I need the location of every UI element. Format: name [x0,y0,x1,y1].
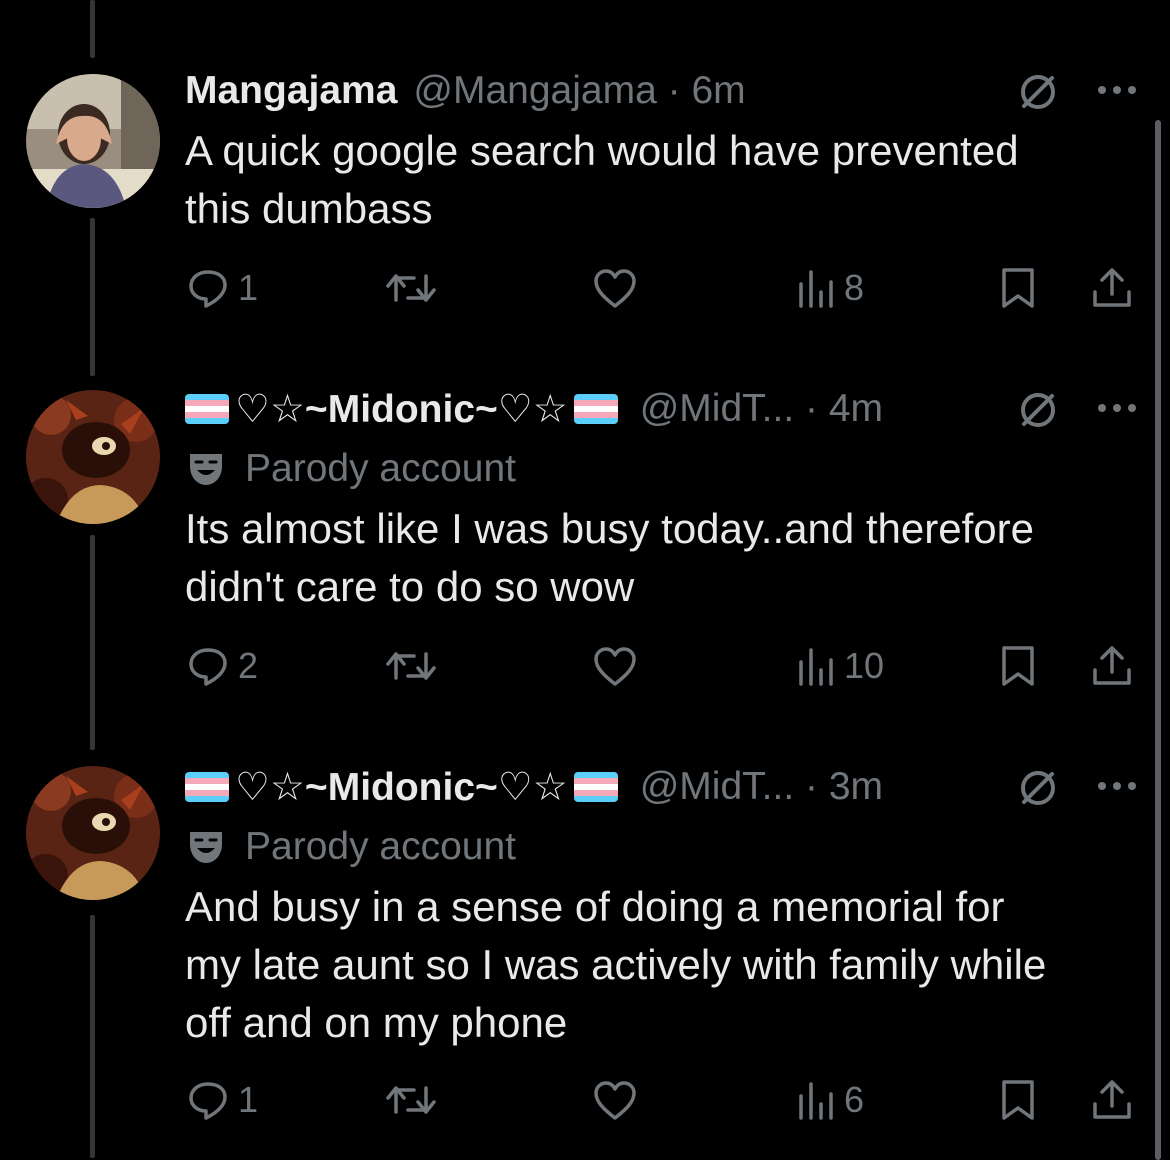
tweet-text-line: this dumbass [185,185,433,232]
heart-icon [594,1081,636,1120]
tweet-text: Its almost like I was busy today..and th… [185,500,1145,616]
view-count: 8 [844,267,865,308]
grok-icon[interactable] [1016,70,1060,114]
reply-count: 1 [238,1079,259,1120]
repost-button[interactable] [384,260,446,316]
views-button[interactable]: 10 [796,638,884,694]
bookmark-button[interactable] [998,260,1038,316]
view-count: 6 [844,1079,865,1120]
bookmark-icon [1002,268,1034,308]
separator: · [794,765,829,808]
timestamp[interactable]: 6m [691,69,745,112]
reply-button[interactable]: 1 [186,260,258,316]
share-icon [1093,646,1131,685]
grok-icon[interactable] [1016,388,1060,432]
display-name[interactable]: Mangajama [185,69,397,113]
avatar[interactable] [26,74,160,208]
bookmark-button[interactable] [998,1072,1038,1128]
handle-text[interactable]: @Mangajama [413,69,656,112]
reply-button[interactable]: 1 [186,1072,258,1128]
reply-button[interactable]: 2 [186,638,258,694]
action-bar: 1 6 [0,1072,1170,1128]
avatar[interactable] [26,766,160,900]
like-button[interactable] [592,638,646,694]
more-icon[interactable] [1094,82,1140,98]
action-bar: 2 10 [0,638,1170,694]
tweet-text-line: didn't care to do so wow [185,563,635,610]
like-button[interactable] [592,1072,646,1128]
reply-count: 1 [238,267,259,308]
repost-button[interactable] [384,638,446,694]
handle-text[interactable]: @MidT... [640,765,794,808]
tweet-text-line: off and on my phone [185,999,568,1046]
parody-label: Parody account [187,446,516,492]
repost-icon [386,1086,436,1114]
tweet-text-line: my late aunt so I was actively with fami… [185,941,1047,988]
parody-mask-icon [190,832,222,863]
views-button[interactable]: 8 [796,260,864,316]
tweet-text: And busy in a sense of doing a memorial … [185,878,1145,1052]
tweet-text: A quick google search would have prevent… [185,122,1145,238]
tweet-text-line: And busy in a sense of doing a memorial … [185,883,1005,930]
repost-icon [386,274,436,302]
separator: · [656,69,692,112]
thread-line-top [90,0,95,58]
parody-text: Parody account [245,447,517,490]
views-button[interactable]: 6 [796,1072,864,1128]
tweet-header: ♡☆~Midonic~♡☆ @MidT... · 4m [185,386,883,432]
separator: · [794,387,829,430]
tweet-header: ♡☆~Midonic~♡☆ @MidT... · 3m [185,764,883,810]
parody-mask-icon [190,454,222,485]
share-button[interactable] [1090,260,1134,316]
like-button[interactable] [592,260,646,316]
share-button[interactable] [1090,1072,1134,1128]
bookmark-icon [1002,646,1034,686]
timestamp[interactable]: 4m [829,387,883,430]
share-button[interactable] [1090,638,1134,694]
timestamp[interactable]: 3m [829,765,883,808]
views-icon [799,1082,833,1120]
heart-icon [594,647,636,686]
parody-label: Parody account [187,824,516,870]
action-bar: 1 8 [0,260,1170,316]
handle-text[interactable]: @MidT... [640,387,794,430]
reply-icon [189,1082,227,1120]
tweet-text-line: A quick google search would have prevent… [185,127,1019,174]
more-icon[interactable] [1094,778,1140,794]
reply-icon [189,270,227,308]
bookmark-icon [1002,1080,1034,1120]
trans-flag-icon [573,772,618,802]
view-count: 10 [844,645,885,686]
heart-icon [594,269,636,308]
share-icon [1093,268,1131,307]
parody-text: Parody account [245,825,517,868]
trans-flag-icon [573,394,618,424]
share-icon [1093,1080,1131,1119]
tweet-text-line: Its almost like I was busy today..and th… [185,505,1034,552]
reply-icon [189,648,227,686]
grok-icon[interactable] [1016,766,1060,810]
more-icon[interactable] [1094,400,1140,416]
repost-button[interactable] [384,1072,446,1128]
views-icon [799,648,833,686]
bookmark-button[interactable] [998,638,1038,694]
handle: @MidT... · 4m [640,387,883,431]
views-icon [799,270,833,308]
tweet-header: Mangajama @Mangajama · 6m [185,68,746,114]
avatar[interactable] [26,390,160,524]
trans-flag-icon [185,394,229,424]
display-name[interactable]: ♡☆~Midonic~♡☆ [235,765,568,810]
trans-flag-icon [185,772,229,802]
handle: @Mangajama · 6m [413,69,745,113]
display-name[interactable]: ♡☆~Midonic~♡☆ [235,387,568,432]
handle: @MidT... · 3m [640,765,883,809]
repost-icon [386,652,436,680]
reply-count: 2 [238,645,259,686]
